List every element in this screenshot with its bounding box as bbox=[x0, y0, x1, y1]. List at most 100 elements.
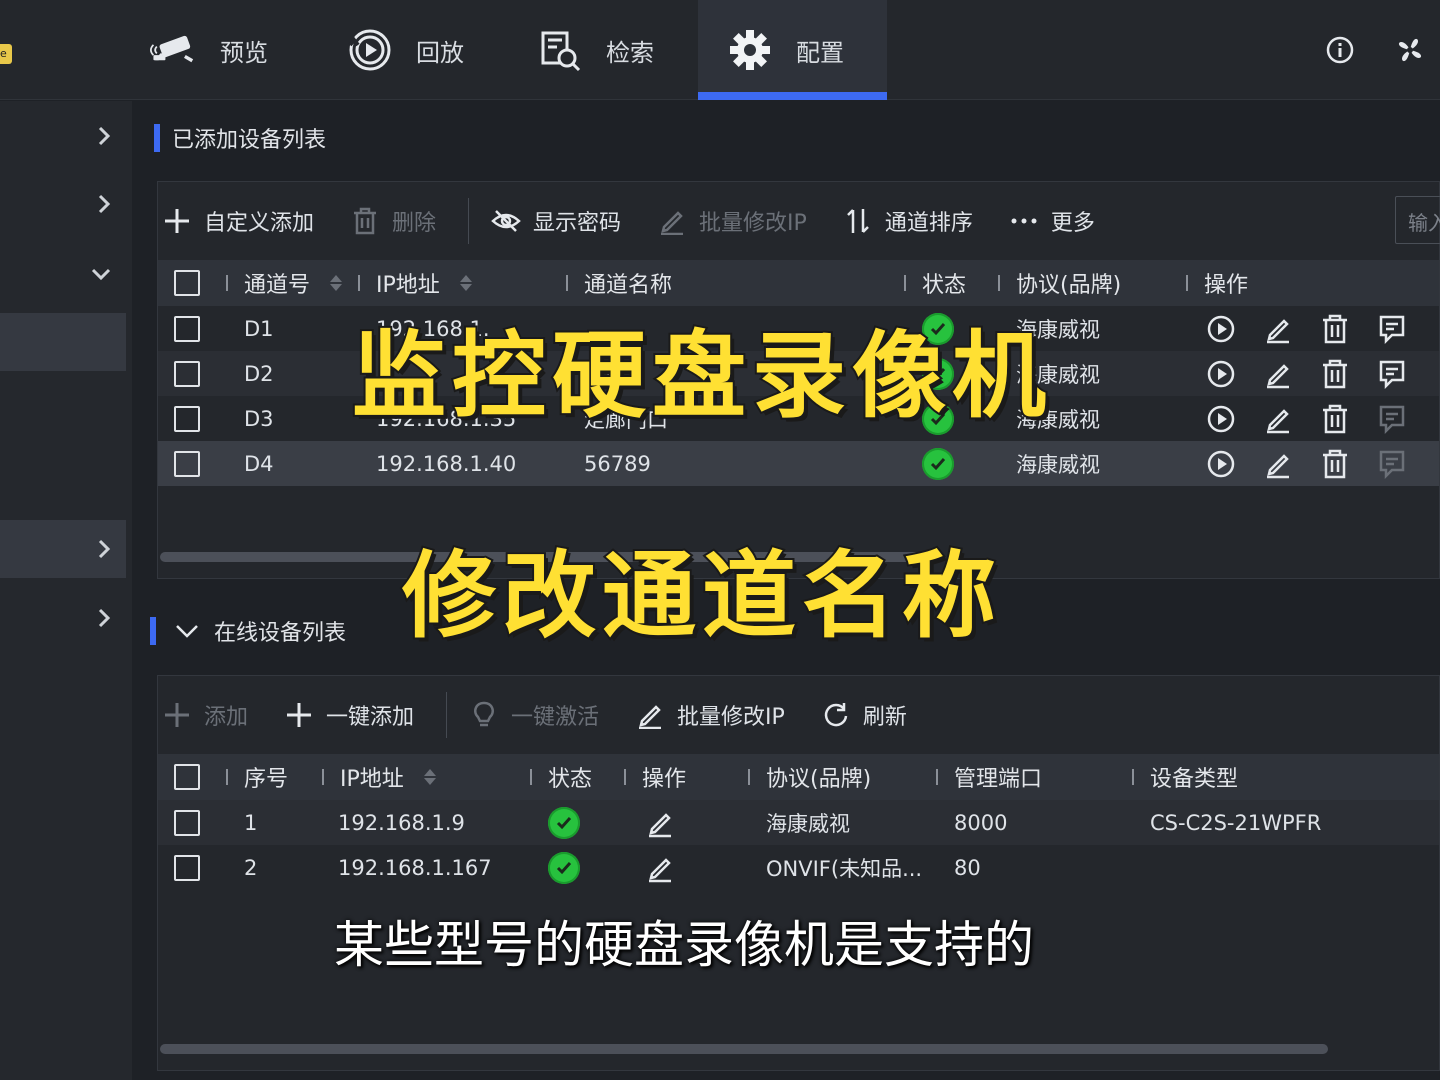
seq-cell: 2 bbox=[244, 855, 258, 880]
message-icon[interactable] bbox=[1374, 351, 1410, 396]
lightbulb-icon bbox=[469, 700, 499, 730]
row-checkbox[interactable] bbox=[174, 845, 200, 890]
protocol-cell: 海康威视 bbox=[1016, 452, 1100, 477]
sidebar-item-5[interactable] bbox=[0, 589, 126, 647]
select-all-checkbox[interactable] bbox=[174, 260, 200, 306]
play-icon[interactable] bbox=[1203, 351, 1239, 396]
online-devices-title: 在线设备列表 bbox=[150, 615, 346, 647]
ellipsis-icon bbox=[1009, 206, 1039, 236]
online-select-all-checkbox[interactable] bbox=[174, 754, 200, 800]
col-online-protocol-label: 协议(品牌) bbox=[766, 767, 872, 792]
info-icon[interactable] bbox=[1322, 32, 1358, 68]
message-icon[interactable] bbox=[1374, 441, 1410, 486]
col-online-ip-label: IP地址 bbox=[340, 767, 404, 792]
play-icon[interactable] bbox=[1203, 306, 1239, 351]
protocol-cell: ONVIF(未知品... bbox=[766, 856, 923, 881]
refresh-label: 刷新 bbox=[862, 705, 907, 730]
message-icon[interactable] bbox=[1374, 396, 1410, 441]
ip-cell: 192.168.1.167 bbox=[338, 855, 492, 880]
horizontal-scrollbar[interactable] bbox=[160, 1044, 1328, 1054]
channel-no-cell: D1 bbox=[244, 316, 274, 341]
tab-search[interactable]: 检索 bbox=[536, 0, 686, 100]
col-seq: 序号 bbox=[226, 754, 288, 800]
play-icon[interactable] bbox=[1203, 441, 1239, 486]
more-button[interactable]: 更多 bbox=[1009, 205, 1095, 237]
edit-icon[interactable] bbox=[1260, 351, 1296, 396]
table-row[interactable]: 1 192.168.1.9 海康威视 8000 CS-C2S-21WPFR bbox=[158, 800, 1439, 845]
status-ok-icon bbox=[922, 447, 954, 480]
chevron-right-icon bbox=[98, 126, 111, 146]
chevron-right-icon bbox=[98, 539, 111, 559]
device-type-cell: CS-C2S-21WPFR bbox=[1150, 810, 1322, 835]
online-devices-toolbar: 添加 一键添加 一键激活 批量修改IP 刷新 bbox=[158, 676, 1439, 754]
sidebar-item-3[interactable] bbox=[0, 245, 126, 303]
pencil-icon bbox=[657, 206, 687, 236]
edit-icon[interactable] bbox=[1260, 306, 1296, 351]
one-click-add-label: 一键添加 bbox=[326, 705, 415, 730]
tab-playback-label: 回放 bbox=[416, 38, 464, 67]
row-checkbox[interactable] bbox=[174, 351, 200, 396]
delete-icon[interactable] bbox=[1317, 306, 1353, 351]
play-icon[interactable] bbox=[1203, 396, 1239, 441]
tab-playback[interactable]: 回放 bbox=[346, 0, 496, 100]
gear-icon bbox=[726, 26, 774, 74]
add-button[interactable]: 添加 bbox=[162, 699, 248, 731]
sidebar-item-selected[interactable] bbox=[0, 313, 126, 371]
add-label: 添加 bbox=[204, 705, 249, 730]
batch-edit-ip-label: 批量修改IP bbox=[699, 211, 807, 236]
delete-icon[interactable] bbox=[1317, 351, 1353, 396]
chevron-right-icon bbox=[98, 194, 111, 214]
one-click-add-button[interactable]: 一键添加 bbox=[284, 699, 414, 731]
refresh-button[interactable]: 刷新 bbox=[821, 699, 907, 731]
row-checkbox[interactable] bbox=[174, 306, 200, 351]
sidebar-item-1[interactable] bbox=[0, 107, 126, 165]
show-password-button[interactable]: 显示密码 bbox=[491, 205, 621, 237]
search-doc-icon bbox=[536, 26, 584, 74]
sort-arrows-icon bbox=[843, 206, 873, 236]
chevron-down-icon[interactable] bbox=[174, 622, 200, 640]
channel-no-cell: D4 bbox=[244, 451, 274, 476]
edit-icon[interactable] bbox=[642, 845, 678, 890]
sidebar-item-2[interactable] bbox=[0, 175, 126, 233]
channel-sort-button[interactable]: 通道排序 bbox=[843, 205, 973, 237]
col-channel-no[interactable]: 通道号 bbox=[226, 260, 343, 306]
port-cell: 8000 bbox=[954, 810, 1008, 835]
col-online-actions: 操作 bbox=[624, 754, 686, 800]
tab-config[interactable]: 配置 bbox=[698, 0, 887, 100]
status-ok-icon bbox=[548, 851, 580, 884]
sidebar-item-4[interactable] bbox=[0, 520, 126, 578]
tab-preview[interactable]: 预览 bbox=[150, 0, 300, 100]
one-click-activate-button[interactable]: 一键激活 bbox=[469, 699, 599, 731]
delete-icon[interactable] bbox=[1317, 441, 1353, 486]
ip-cell: 192.168.1.40 bbox=[376, 451, 517, 476]
table-row[interactable]: 2 192.168.1.167 ONVIF(未知品... 80 bbox=[158, 845, 1439, 890]
row-checkbox[interactable] bbox=[174, 396, 200, 441]
online-batch-edit-ip-label: 批量修改IP bbox=[677, 705, 785, 730]
edit-icon[interactable] bbox=[1260, 396, 1296, 441]
col-online-status-label: 状态 bbox=[548, 767, 593, 792]
online-batch-edit-ip-button[interactable]: 批量修改IP bbox=[635, 699, 785, 731]
sidebar bbox=[0, 101, 132, 1080]
edit-icon[interactable] bbox=[642, 800, 678, 845]
custom-add-button[interactable]: 自定义添加 bbox=[162, 205, 314, 237]
row-checkbox[interactable] bbox=[174, 800, 200, 845]
online-devices-panel: 添加 一键添加 一键激活 批量修改IP 刷新 序号 IP地址 状态 操作 协议(… bbox=[157, 675, 1440, 1071]
camera-icon bbox=[150, 26, 198, 74]
channel-no-cell: D2 bbox=[244, 361, 274, 386]
fan-icon[interactable] bbox=[1392, 32, 1428, 68]
channel-no-cell: D3 bbox=[244, 406, 274, 431]
delete-icon[interactable] bbox=[1317, 396, 1353, 441]
tab-preview-label: 预览 bbox=[220, 38, 268, 67]
col-online-ip[interactable]: IP地址 bbox=[322, 754, 436, 800]
chevron-right-icon bbox=[98, 608, 111, 628]
message-icon[interactable] bbox=[1374, 306, 1410, 351]
row-checkbox[interactable] bbox=[174, 441, 200, 486]
show-password-label: 显示密码 bbox=[533, 211, 622, 236]
batch-edit-ip-button[interactable]: 批量修改IP bbox=[657, 205, 807, 237]
search-input[interactable]: 输入 bbox=[1395, 196, 1440, 244]
table-row[interactable]: D4 192.168.1.40 56789 海康威视 bbox=[158, 441, 1439, 486]
delete-button[interactable]: 删除 bbox=[350, 205, 436, 237]
playback-icon bbox=[346, 26, 394, 74]
refresh-icon bbox=[821, 700, 851, 730]
edit-icon[interactable] bbox=[1260, 441, 1296, 486]
